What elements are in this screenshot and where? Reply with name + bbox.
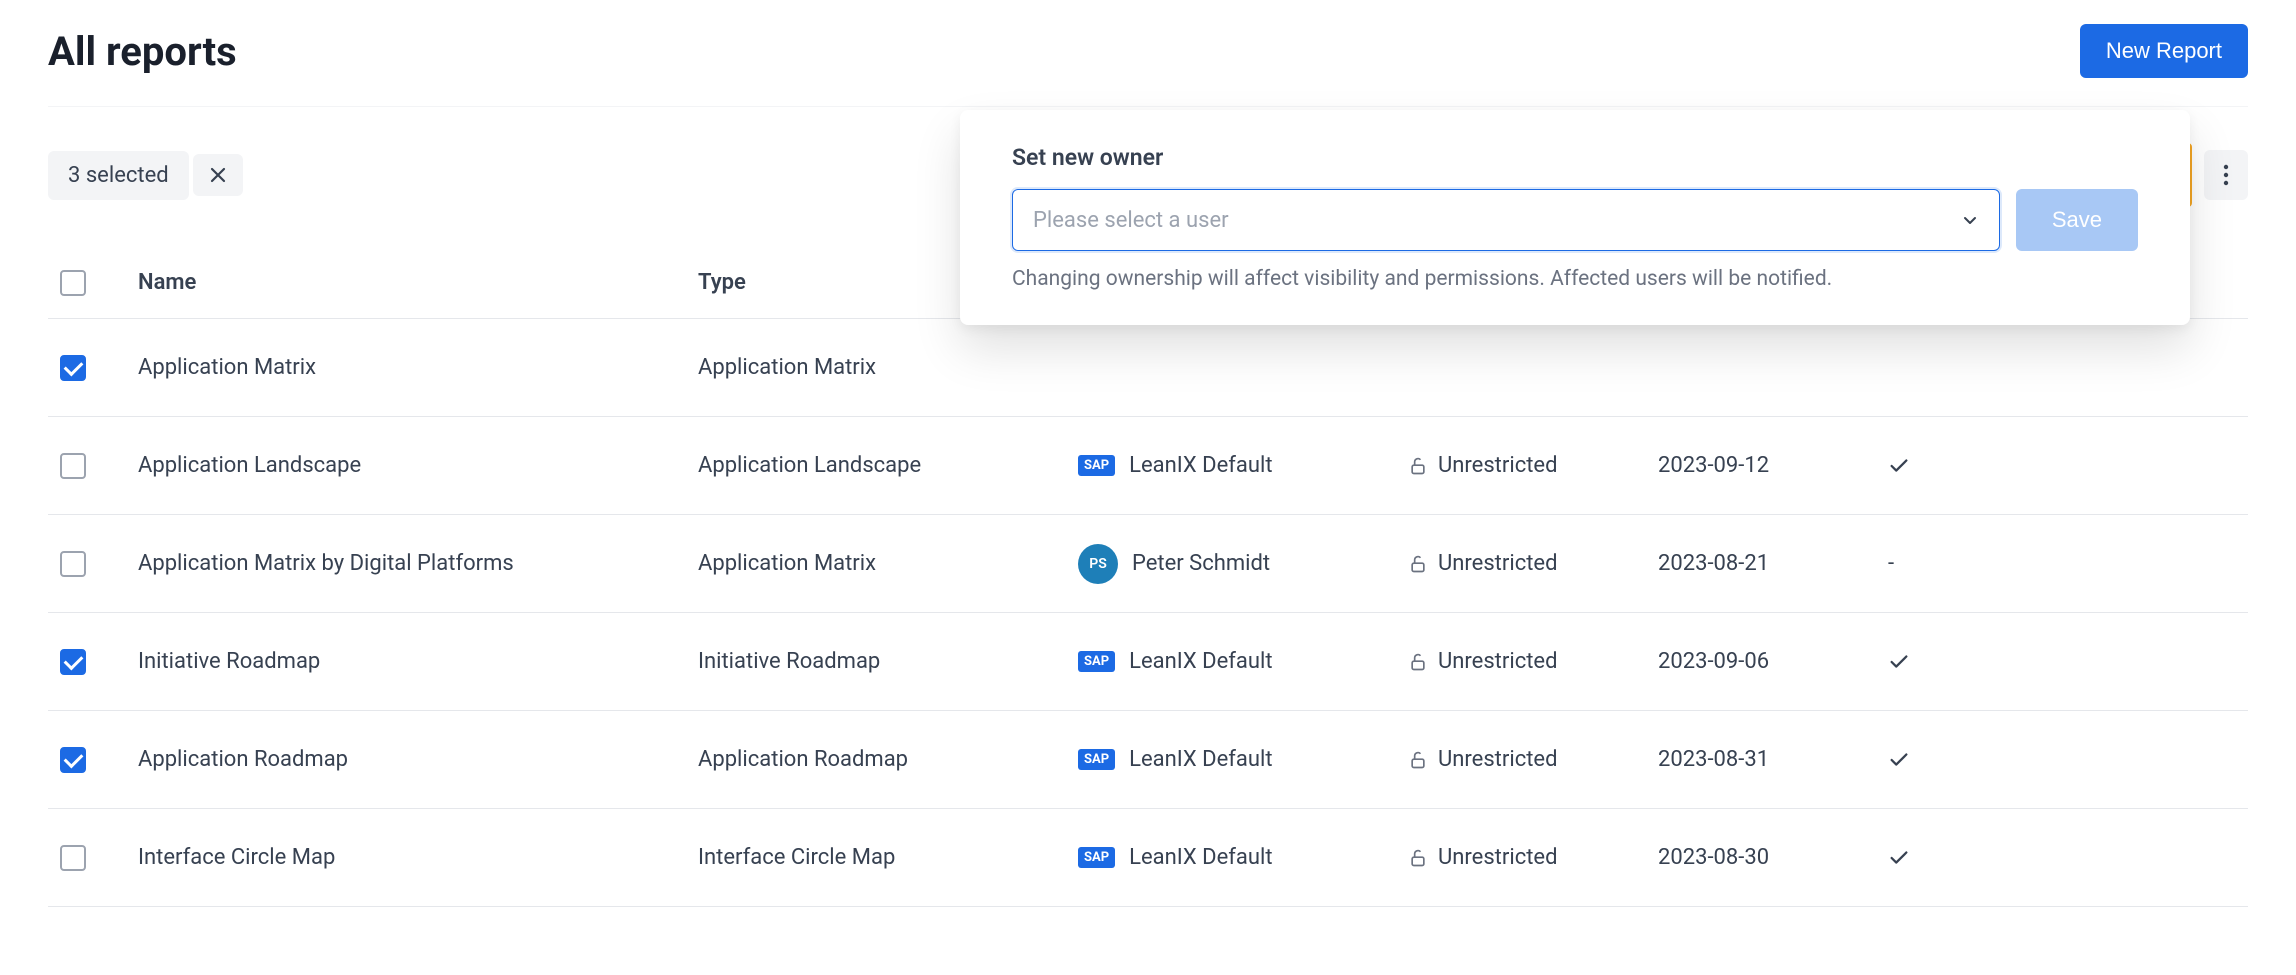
row-owner: SAP LeanIX Default	[1078, 845, 1408, 870]
selection-chip: 3 selected	[48, 151, 189, 200]
clear-selection-button[interactable]	[193, 154, 243, 196]
row-name: Application Roadmap	[138, 747, 698, 772]
visibility-text: Unrestricted	[1438, 845, 1557, 870]
unlock-icon	[1408, 750, 1428, 770]
row-name: Application Landscape	[138, 453, 698, 478]
row-name: Application Matrix by Digital Platforms	[138, 551, 698, 576]
unlock-icon	[1408, 456, 1428, 476]
row-name: Application Matrix	[138, 355, 698, 380]
row-owner: SAP LeanIX Default	[1078, 649, 1408, 674]
row-type: Application Landscape	[698, 453, 1078, 478]
row-owner: SAP LeanIX Default	[1078, 453, 1408, 478]
row-name: Initiative Roadmap	[138, 649, 698, 674]
row-indicator	[1888, 847, 1968, 869]
table-row[interactable]: Application LandscapeApplication Landsca…	[48, 417, 2248, 515]
sap-badge-icon: SAP	[1078, 455, 1115, 476]
popover-title: Set new owner	[1012, 144, 2138, 171]
row-type: Initiative Roadmap	[698, 649, 1078, 674]
visibility-text: Unrestricted	[1438, 747, 1557, 772]
row-visibility: Unrestricted	[1408, 453, 1658, 478]
owner-name: LeanIX Default	[1129, 845, 1272, 870]
change-owner-popover: Set new owner Please select a user Save …	[960, 110, 2190, 325]
row-indicator: -	[1888, 551, 1968, 576]
row-indicator	[1888, 455, 1968, 477]
owner-name: LeanIX Default	[1129, 649, 1272, 674]
sap-badge-icon: SAP	[1078, 651, 1115, 672]
table-row[interactable]: Interface Circle MapInterface Circle Map…	[48, 809, 2248, 907]
row-visibility: Unrestricted	[1408, 747, 1658, 772]
row-visibility: Unrestricted	[1408, 845, 1658, 870]
row-date: 2023-09-06	[1658, 649, 1888, 674]
more-vertical-icon	[2223, 164, 2229, 186]
row-owner: SAP LeanIX Default	[1078, 747, 1408, 772]
row-checkbox[interactable]	[60, 845, 86, 871]
visibility-text: Unrestricted	[1438, 453, 1557, 478]
row-type: Application Matrix	[698, 355, 1078, 380]
more-actions-button[interactable]	[2204, 150, 2248, 200]
owner-select[interactable]: Please select a user	[1012, 189, 2000, 251]
table-row[interactable]: Initiative RoadmapInitiative RoadmapSAPL…	[48, 613, 2248, 711]
new-report-button[interactable]: New Report	[2080, 24, 2248, 78]
table-row[interactable]: Application MatrixApplication Matrix	[48, 319, 2248, 417]
check-icon	[1888, 651, 1968, 673]
save-owner-button[interactable]: Save	[2016, 189, 2138, 251]
row-type: Interface Circle Map	[698, 845, 1078, 870]
sap-badge-icon: SAP	[1078, 847, 1115, 868]
row-date: 2023-08-31	[1658, 747, 1888, 772]
row-checkbox[interactable]	[60, 747, 86, 773]
owner-name: LeanIX Default	[1129, 453, 1272, 478]
unlock-icon	[1408, 554, 1428, 574]
row-indicator	[1888, 651, 1968, 673]
select-all-checkbox[interactable]	[60, 270, 86, 296]
popover-hint: Changing ownership will affect visibilit…	[1012, 267, 2138, 291]
close-icon	[209, 166, 227, 184]
reports-table: Name Type Application MatrixApplication …	[48, 247, 2248, 907]
owner-name: Peter Schmidt	[1132, 551, 1270, 576]
check-icon	[1888, 749, 1968, 771]
visibility-text: Unrestricted	[1438, 649, 1557, 674]
owner-name: LeanIX Default	[1129, 747, 1272, 772]
avatar: PS	[1078, 544, 1118, 584]
chevron-down-icon	[1961, 211, 1979, 229]
row-date: 2023-08-21	[1658, 551, 1888, 576]
table-row[interactable]: Application RoadmapApplication RoadmapSA…	[48, 711, 2248, 809]
row-owner: PS Peter Schmidt	[1078, 544, 1408, 584]
row-visibility: Unrestricted	[1408, 551, 1658, 576]
page-title: All reports	[48, 28, 237, 75]
row-type: Application Matrix	[698, 551, 1078, 576]
row-name: Interface Circle Map	[138, 845, 698, 870]
row-date: 2023-09-12	[1658, 453, 1888, 478]
row-checkbox[interactable]	[60, 551, 86, 577]
visibility-text: Unrestricted	[1438, 551, 1557, 576]
row-date: 2023-08-30	[1658, 845, 1888, 870]
row-checkbox[interactable]	[60, 649, 86, 675]
unlock-icon	[1408, 848, 1428, 868]
sap-badge-icon: SAP	[1078, 749, 1115, 770]
check-icon	[1888, 847, 1968, 869]
row-visibility: Unrestricted	[1408, 649, 1658, 674]
unlock-icon	[1408, 652, 1428, 672]
row-checkbox[interactable]	[60, 453, 86, 479]
owner-select-placeholder: Please select a user	[1033, 208, 1229, 233]
table-row[interactable]: Application Matrix by Digital PlatformsA…	[48, 515, 2248, 613]
column-header-name[interactable]: Name	[138, 270, 698, 295]
row-type: Application Roadmap	[698, 747, 1078, 772]
check-icon	[1888, 455, 1968, 477]
row-indicator	[1888, 749, 1968, 771]
row-checkbox[interactable]	[60, 355, 86, 381]
